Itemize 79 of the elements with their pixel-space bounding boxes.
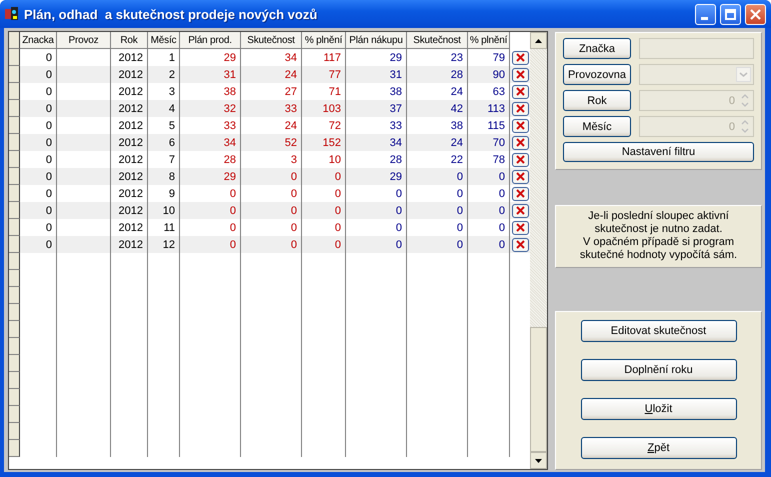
window-title: Plán, odhad a skutečnost prodeje nových vozů [24,6,318,22]
delete-icon [516,53,525,62]
scroll-thumb[interactable] [530,327,547,452]
row-selector[interactable] [9,253,20,270]
select-all-corner[interactable] [9,32,20,49]
delete-row-button[interactable] [512,186,529,200]
row-selector[interactable] [9,355,20,372]
delete-icon [516,70,525,79]
row-selector[interactable] [9,389,20,406]
delete-icon [516,206,525,215]
row-selector[interactable] [9,321,20,338]
action-button[interactable]: Editovat skutečnost [580,320,736,342]
row-selector[interactable] [9,151,20,168]
row-selector[interactable] [9,66,20,83]
delete-icon [516,223,525,232]
column-header[interactable]: Provoz [57,32,111,49]
maximize-icon [725,8,736,20]
scrollbar[interactable] [530,32,547,469]
delete-row-button[interactable] [512,68,529,82]
row-selector[interactable] [9,219,20,236]
delete-row-button[interactable] [512,220,529,234]
column-header[interactable]: Skutečnost [407,32,468,49]
delete-icon [516,189,525,198]
action-button[interactable]: Doplnění roku [580,359,736,381]
column-header[interactable]: Znacka [20,32,57,49]
column-header[interactable]: % plnění [468,32,510,49]
down-arrow-icon [535,458,542,462]
delete-icon [516,104,525,113]
action-button[interactable]: Zpět [580,437,736,459]
row-selector[interactable] [9,338,20,355]
close-icon [750,8,761,20]
row-selector[interactable] [9,83,20,100]
column-header[interactable]: % plnění [302,32,346,49]
delete-icon [516,138,525,147]
delete-icon [516,172,525,181]
delete-row-button[interactable] [512,238,529,252]
column-header[interactable]: Měsíc [148,32,180,49]
column-header[interactable]: Plán nákupu [346,32,407,49]
row-selector[interactable] [9,49,20,66]
delete-row-button[interactable] [512,170,529,184]
row-selector[interactable] [9,270,20,287]
row-selector[interactable] [9,423,20,440]
row-selector[interactable] [9,185,20,202]
app-icon [4,6,20,22]
row-selector[interactable] [9,287,20,304]
column-header[interactable]: Rok [111,32,148,49]
row-selector[interactable] [9,440,20,457]
delete-row-button[interactable] [512,152,529,166]
info-note: Je-li poslední sloupec aktivní skutečnost je nutno zadat. V opačném případě si program skutečné hodnoty vypočítá sám. [578,209,738,263]
delete-row-button[interactable] [512,50,529,64]
action-button[interactable]: Uložit [580,398,736,420]
delete-icon [516,121,525,130]
row-selector[interactable] [9,304,20,321]
delete-icon [516,240,525,249]
maximize-button[interactable] [720,4,741,24]
row-selector[interactable] [9,134,20,151]
row-selector[interactable] [9,117,20,134]
delete-row-button[interactable] [512,102,529,116]
column-header[interactable]: Skutečnost [241,32,302,49]
delete-row-button[interactable] [512,136,529,150]
up-arrow-icon [535,38,542,42]
row-selector[interactable] [9,168,20,185]
row-selector[interactable] [9,236,20,253]
apply-filter-button[interactable]: Nastavení filtru [563,142,754,162]
column-header[interactable]: Plán prod. [180,32,241,49]
delete-row-button[interactable] [512,204,529,218]
delete-icon [516,87,525,96]
row-selector[interactable] [9,372,20,389]
row-selector[interactable] [9,100,20,117]
row-selector[interactable] [9,406,20,423]
scroll-up-button[interactable] [530,32,547,49]
scroll-down-button[interactable] [530,452,547,469]
delete-icon [516,155,525,164]
delete-row-button[interactable] [512,118,529,132]
minimize-button[interactable] [695,4,716,24]
row-selector[interactable] [9,202,20,219]
close-button[interactable] [745,4,766,24]
delete-row-button[interactable] [512,84,529,98]
minimize-icon [700,16,708,20]
